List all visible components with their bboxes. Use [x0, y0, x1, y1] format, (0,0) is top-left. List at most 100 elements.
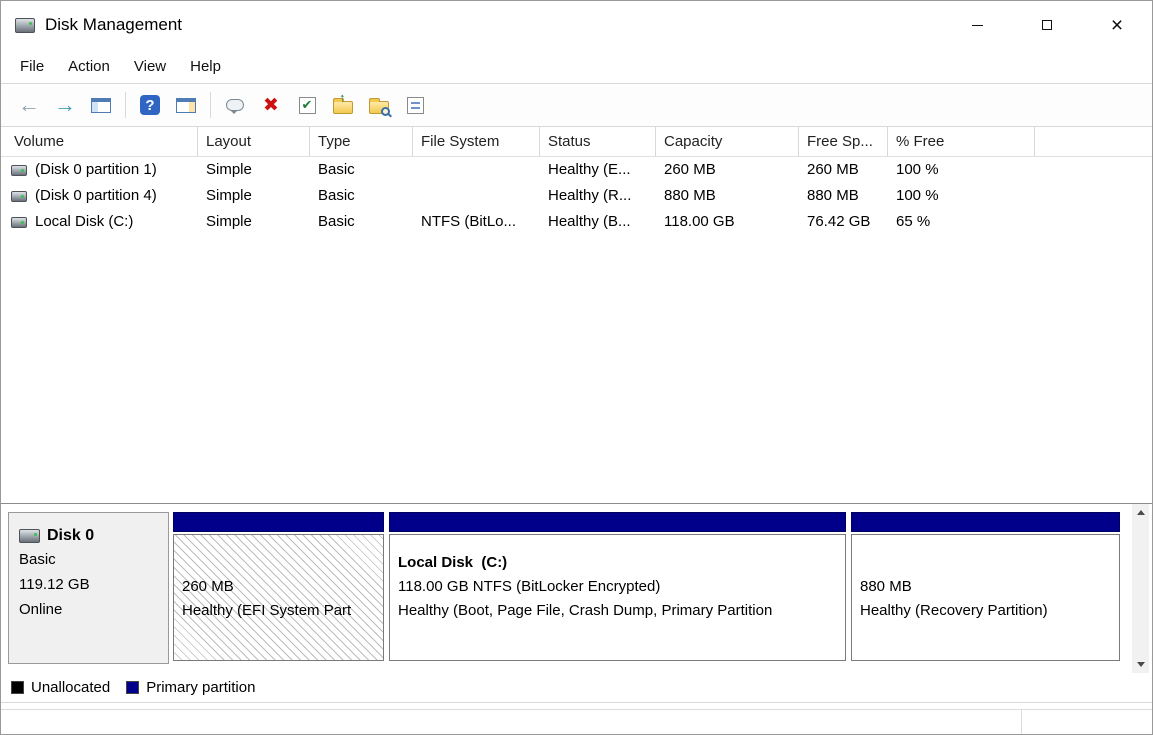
minimize-icon — [972, 25, 983, 26]
menu-help[interactable]: Help — [178, 53, 233, 80]
cell-file-system: NTFS (BitLo... — [413, 209, 540, 235]
menu-view[interactable]: View — [122, 53, 178, 80]
volume-icon — [11, 191, 27, 202]
column-header-percent-free[interactable]: % Free — [888, 127, 1035, 157]
popup-window-icon[interactable] — [221, 91, 249, 119]
cell-layout: Simple — [198, 209, 310, 235]
table-row[interactable]: (Disk 0 partition 1) Simple Basic Health… — [1, 157, 1152, 183]
cell-layout: Simple — [198, 157, 310, 183]
cell-percent-free: 100 % — [888, 157, 1035, 183]
folder-up-icon[interactable]: ↑ — [329, 91, 357, 119]
volume-name: Local Disk (C:) — [35, 209, 133, 235]
cell-capacity: 260 MB — [656, 157, 799, 183]
delete-volume-icon[interactable]: ✖ — [257, 91, 285, 119]
legend-label: Unallocated — [31, 679, 110, 696]
column-header-volume[interactable]: Volume — [1, 127, 198, 157]
volume-icon — [11, 165, 27, 176]
partition-size: 260 MB — [182, 575, 375, 599]
back-arrow-glyph: ← — [18, 94, 40, 116]
partition-status: Healthy (Boot, Page File, Crash Dump, Pr… — [398, 599, 837, 623]
partition-status: Healthy (EFI System Part — [182, 599, 375, 623]
maximize-button[interactable] — [1012, 1, 1082, 49]
close-button[interactable]: × — [1082, 1, 1152, 49]
partition-body: Local Disk (C:) 118.00 GB NTFS (BitLocke… — [389, 534, 846, 661]
forward-icon[interactable]: → — [51, 91, 79, 119]
cell-percent-free: 65 % — [888, 209, 1035, 235]
cell-volume: (Disk 0 partition 4) — [1, 183, 198, 209]
folder-shape — [369, 101, 389, 114]
disk-type: Basic — [19, 547, 158, 572]
table-row[interactable]: (Disk 0 partition 4) Simple Basic Health… — [1, 183, 1152, 209]
console-tree-icon[interactable] — [87, 91, 115, 119]
column-header-status[interactable]: Status — [540, 127, 656, 157]
cell-capacity: 118.00 GB — [656, 209, 799, 235]
maximize-icon — [1042, 20, 1052, 30]
partitions-row: 260 MB Healthy (EFI System Part Local Di… — [173, 512, 1120, 661]
column-header-layout[interactable]: Layout — [198, 127, 310, 157]
column-header-capacity[interactable]: Capacity — [656, 127, 799, 157]
partition-header-strip — [851, 512, 1120, 532]
mark-partition-active-icon[interactable]: ✔ — [293, 91, 321, 119]
bubble-shape — [226, 99, 244, 111]
cell-volume: (Disk 0 partition 1) — [1, 157, 198, 183]
column-header-free-space[interactable]: Free Sp... — [799, 127, 888, 157]
volume-list: Volume Layout Type File System Status Ca… — [1, 127, 1152, 504]
scroll-up-button[interactable] — [1132, 504, 1149, 521]
cell-status: Healthy (B... — [540, 209, 656, 235]
folder-search-icon[interactable] — [365, 91, 393, 119]
legend-item-primary-partition: Primary partition — [126, 679, 255, 696]
disk-icon — [19, 529, 40, 543]
statusbar — [1, 709, 1152, 734]
column-header-file-system[interactable]: File System — [413, 127, 540, 157]
app-icon — [15, 18, 35, 33]
window-title: Disk Management — [45, 15, 182, 35]
folder-shape: ↑ — [333, 101, 353, 114]
partition-title — [182, 551, 375, 575]
magnifier-glyph — [381, 107, 390, 116]
partition-body: 260 MB Healthy (EFI System Part — [173, 534, 384, 661]
partition-recovery[interactable]: 880 MB Healthy (Recovery Partition) — [851, 512, 1120, 661]
partition-efi-system[interactable]: 260 MB Healthy (EFI System Part — [173, 512, 384, 661]
help-icon[interactable]: ? — [136, 91, 164, 119]
toolbar-separator — [125, 92, 126, 118]
scroll-down-button[interactable] — [1132, 656, 1149, 673]
menu-action[interactable]: Action — [56, 53, 122, 80]
partition-status: Healthy (Recovery Partition) — [860, 599, 1111, 623]
cell-file-system — [413, 183, 540, 209]
minimize-button[interactable] — [942, 1, 1012, 49]
cell-capacity: 880 MB — [656, 183, 799, 209]
back-icon[interactable]: ← — [15, 91, 43, 119]
properties-icon[interactable] — [401, 91, 429, 119]
cell-status: Healthy (R... — [540, 183, 656, 209]
legend-item-unallocated: Unallocated — [11, 679, 110, 696]
partition-local-disk-c[interactable]: Local Disk (C:) 118.00 GB NTFS (BitLocke… — [389, 512, 846, 661]
cell-volume: Local Disk (C:) — [1, 209, 198, 235]
menu-file[interactable]: File — [8, 53, 56, 80]
disk0-panel[interactable]: Disk 0 Basic 119.12 GB Online — [8, 512, 169, 664]
cell-type: Basic — [310, 183, 413, 209]
checkbox-shape: ✔ — [299, 97, 316, 114]
graphical-view: Disk 0 Basic 119.12 GB Online 260 MB Hea… — [1, 504, 1152, 673]
column-header-type[interactable]: Type — [310, 127, 413, 157]
cell-percent-free: 100 % — [888, 183, 1035, 209]
partition-size: 880 MB — [860, 575, 1111, 599]
volume-icon — [11, 217, 27, 228]
disk-size: 119.12 GB — [19, 572, 158, 597]
window-controls: × — [942, 1, 1152, 49]
partition-title: Local Disk (C:) — [398, 551, 837, 575]
table-row[interactable]: Local Disk (C:) Simple Basic NTFS (BitLo… — [1, 209, 1152, 235]
legend-label: Primary partition — [146, 679, 255, 696]
cell-status: Healthy (E... — [540, 157, 656, 183]
partition-size: 118.00 GB NTFS (BitLocker Encrypted) — [398, 575, 837, 599]
partition-header-strip — [389, 512, 846, 532]
red-x-glyph: ✖ — [263, 96, 279, 115]
action-pane-icon[interactable] — [172, 91, 200, 119]
menubar: File Action View Help — [1, 49, 1152, 83]
disk-management-window: Disk Management × File Action View Help … — [0, 0, 1153, 735]
disk-title-row: Disk 0 — [19, 527, 158, 545]
volume-name: (Disk 0 partition 1) — [35, 157, 157, 183]
vertical-scrollbar[interactable] — [1132, 504, 1149, 673]
toolbar: ← → ? ✖ ✔ ↑ — [1, 83, 1152, 127]
scroll-down-icon — [1137, 662, 1145, 667]
cell-type: Basic — [310, 157, 413, 183]
